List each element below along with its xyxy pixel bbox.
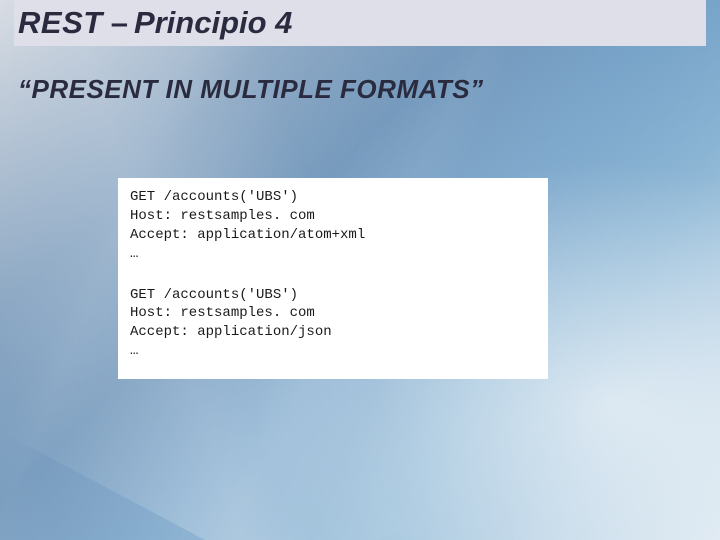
title-rest: REST <box>18 5 103 41</box>
title-principio: Principio 4 <box>134 5 292 41</box>
code-line: … <box>130 342 536 361</box>
code-line: Host: restsamples. com <box>130 304 536 323</box>
slide-subtitle: “PRESENT IN MULTIPLE FORMATS” <box>18 74 484 105</box>
slide-title-bar: REST – Principio 4 <box>14 0 706 46</box>
code-line: GET /accounts('UBS') <box>130 188 536 207</box>
code-example-box: GET /accounts('UBS') Host: restsamples. … <box>118 178 548 379</box>
code-line: Host: restsamples. com <box>130 207 536 226</box>
code-line: GET /accounts('UBS') <box>130 286 536 305</box>
code-line: … <box>130 245 536 264</box>
code-line: Accept: application/atom+xml <box>130 226 536 245</box>
http-request-block: GET /accounts('UBS') Host: restsamples. … <box>130 286 536 362</box>
http-request-block: GET /accounts('UBS') Host: restsamples. … <box>130 188 536 264</box>
code-line: Accept: application/json <box>130 323 536 342</box>
title-dash: – <box>103 5 134 41</box>
